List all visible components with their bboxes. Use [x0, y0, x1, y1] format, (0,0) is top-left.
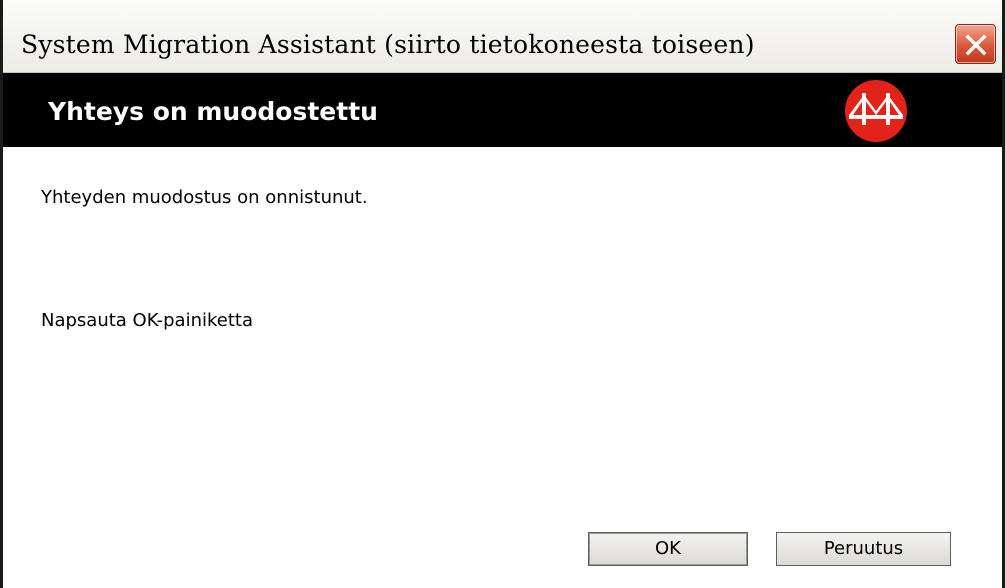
close-button[interactable]: [955, 24, 996, 64]
status-message: Yhteyden muodostus on onnistunut.: [41, 187, 368, 208]
close-icon: [965, 34, 987, 56]
title-bar[interactable]: System Migration Assistant (siirto tieto…: [3, 0, 1002, 73]
bridge-logo-icon: [845, 80, 907, 142]
banner-title: Yhteys on muodostettu: [48, 97, 378, 126]
window-title: System Migration Assistant (siirto tieto…: [21, 30, 755, 59]
cancel-button[interactable]: Peruutus: [776, 532, 951, 566]
header-banner: Yhteys on muodostettu: [3, 73, 1002, 147]
ok-button[interactable]: OK: [588, 532, 748, 566]
dialog-window: System Migration Assistant (siirto tieto…: [0, 0, 1005, 588]
instruction-text: Napsauta OK-painiketta: [41, 310, 253, 331]
